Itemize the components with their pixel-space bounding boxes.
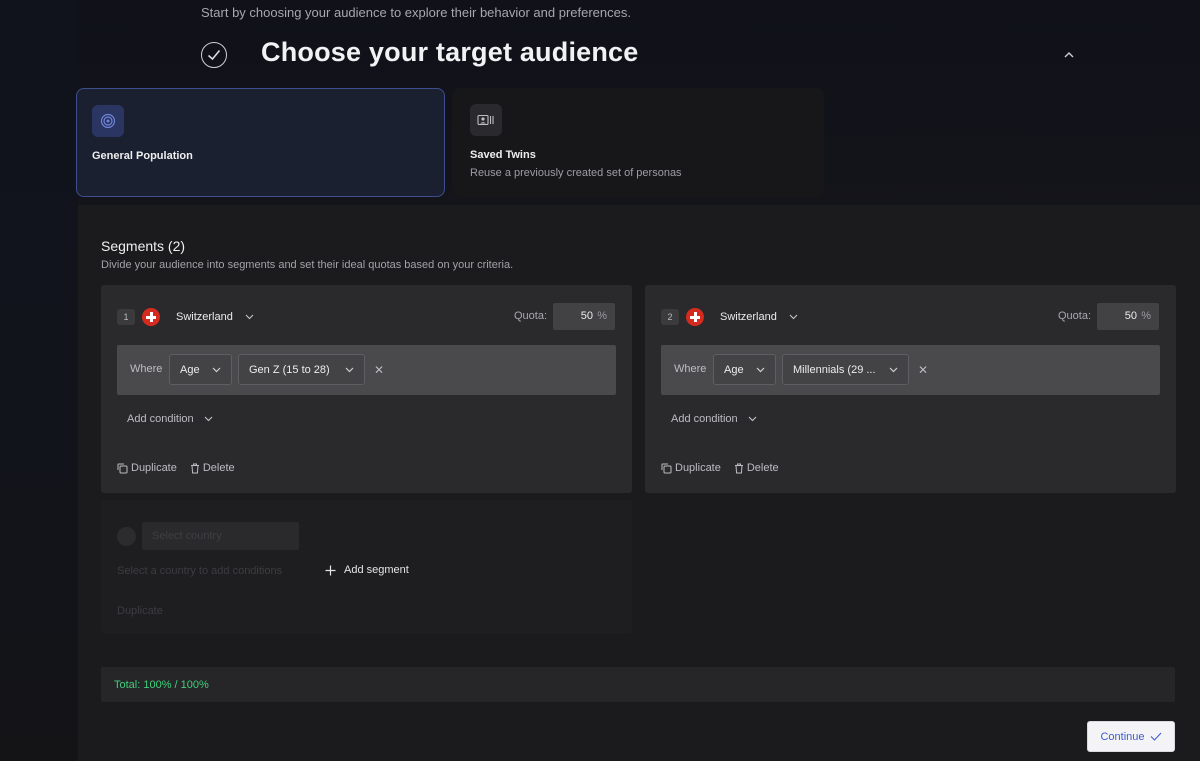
trash-icon: [734, 463, 743, 473]
attribute-label: Age: [724, 363, 744, 376]
audience-option-title: Saved Twins: [470, 149, 536, 161]
condition-row: Where Age Millennials (29 ... ✕: [661, 345, 1160, 395]
copy-icon: [661, 463, 672, 473]
select-country-input: Select country: [142, 522, 299, 550]
total-quota-bar: Total: 100% / 100%: [101, 667, 1175, 702]
segments-title: Segments (2): [101, 238, 186, 254]
chevron-down-icon: [756, 367, 765, 372]
duplicate-button[interactable]: Duplicate: [661, 462, 721, 474]
check-icon: [1150, 732, 1161, 741]
chevron-down-icon: [889, 367, 898, 372]
segment-card-2: 2 Switzerland Quota: 50 % Where Age Mill…: [645, 285, 1176, 493]
quota-label: Quota:: [514, 310, 548, 322]
chevron-up-icon[interactable]: [1062, 48, 1076, 62]
value-label: Gen Z (15 to 28): [249, 363, 330, 376]
target-icon: [92, 105, 124, 137]
segment-number: 1: [117, 309, 135, 325]
duplicate-label: Duplicate: [675, 462, 721, 474]
copy-icon: [117, 463, 128, 473]
delete-label: Delete: [746, 462, 779, 474]
chevron-down-icon: [345, 367, 354, 372]
chevron-down-icon: [212, 367, 221, 372]
switzerland-flag-icon: [686, 308, 704, 326]
value-dropdown[interactable]: Gen Z (15 to 28): [238, 354, 365, 385]
chevron-down-icon: [204, 416, 213, 422]
remove-condition-close-icon[interactable]: ✕: [374, 363, 384, 377]
add-condition-label: Add condition: [671, 413, 738, 425]
add-condition-button[interactable]: Add condition: [127, 413, 213, 425]
attribute-label: Age: [180, 363, 200, 376]
chevron-down-icon: [748, 416, 757, 422]
country-select[interactable]: Switzerland: [720, 309, 798, 325]
quota-label: Quota:: [1058, 310, 1092, 322]
where-label: Where: [130, 363, 163, 375]
remove-condition-close-icon[interactable]: ✕: [918, 363, 928, 377]
trash-icon: [190, 463, 199, 473]
country-label: Switzerland: [720, 311, 777, 323]
flag-placeholder-icon: [117, 527, 136, 546]
value-label: Millennials (29 ...: [793, 363, 876, 376]
chevron-down-icon: [789, 314, 798, 320]
quota-value: 50: [1124, 310, 1137, 322]
segment-number: 2: [661, 309, 679, 325]
quota-input[interactable]: 50 %: [1097, 303, 1159, 330]
total-quota-text: Total: 100% / 100%: [114, 679, 209, 691]
value-dropdown[interactable]: Millennials (29 ...: [782, 354, 909, 385]
page-title: Choose your target audience: [261, 37, 639, 67]
quota-input[interactable]: 50 %: [553, 303, 615, 330]
plus-icon: [325, 565, 336, 575]
add-segment-label: Add segment: [344, 564, 409, 576]
add-condition-label: Add condition: [127, 413, 194, 425]
attribute-dropdown[interactable]: Age: [169, 354, 232, 385]
attribute-dropdown[interactable]: Age: [713, 354, 776, 385]
switzerland-flag-icon: [142, 308, 160, 326]
step-complete-check-icon: [201, 42, 227, 68]
where-label: Where: [674, 363, 707, 375]
audience-option-description: Reuse a previously created set of person…: [470, 167, 682, 179]
personas-icon: [470, 104, 502, 136]
delete-label: Delete: [202, 462, 235, 474]
audience-option-general-population[interactable]: General Population: [76, 88, 445, 197]
chevron-down-icon: [245, 314, 254, 320]
new-segment-hint: Select a country to add conditions: [117, 565, 283, 577]
condition-row: Where Age Gen Z (15 to 28) ✕: [117, 345, 616, 395]
segments-description: Divide your audience into segments and s…: [101, 259, 514, 271]
continue-label: Continue: [1100, 730, 1145, 743]
quota-value: 50: [580, 310, 593, 322]
audience-option-title: General Population: [92, 150, 193, 162]
country-label: Switzerland: [176, 311, 233, 323]
duplicate-label: Duplicate: [131, 462, 177, 474]
delete-button[interactable]: Delete: [734, 462, 779, 474]
add-segment-button[interactable]: Add segment: [325, 564, 409, 576]
add-condition-button[interactable]: Add condition: [671, 413, 757, 425]
segment-card-1: 1 Switzerland Quota: 50 % Where Age Gen …: [101, 285, 632, 493]
duplicate-button[interactable]: Duplicate: [117, 462, 177, 474]
page-subtitle: Start by choosing your audience to explo…: [201, 5, 631, 20]
quota-unit: %: [1141, 310, 1151, 322]
quota-unit: %: [597, 310, 607, 322]
audience-option-saved-twins[interactable]: Saved Twins Reuse a previously created s…: [452, 88, 824, 197]
delete-button[interactable]: Delete: [190, 462, 235, 474]
country-select[interactable]: Switzerland: [176, 309, 254, 325]
continue-button[interactable]: Continue: [1087, 721, 1175, 752]
new-segment-duplicate: Duplicate: [117, 605, 163, 617]
